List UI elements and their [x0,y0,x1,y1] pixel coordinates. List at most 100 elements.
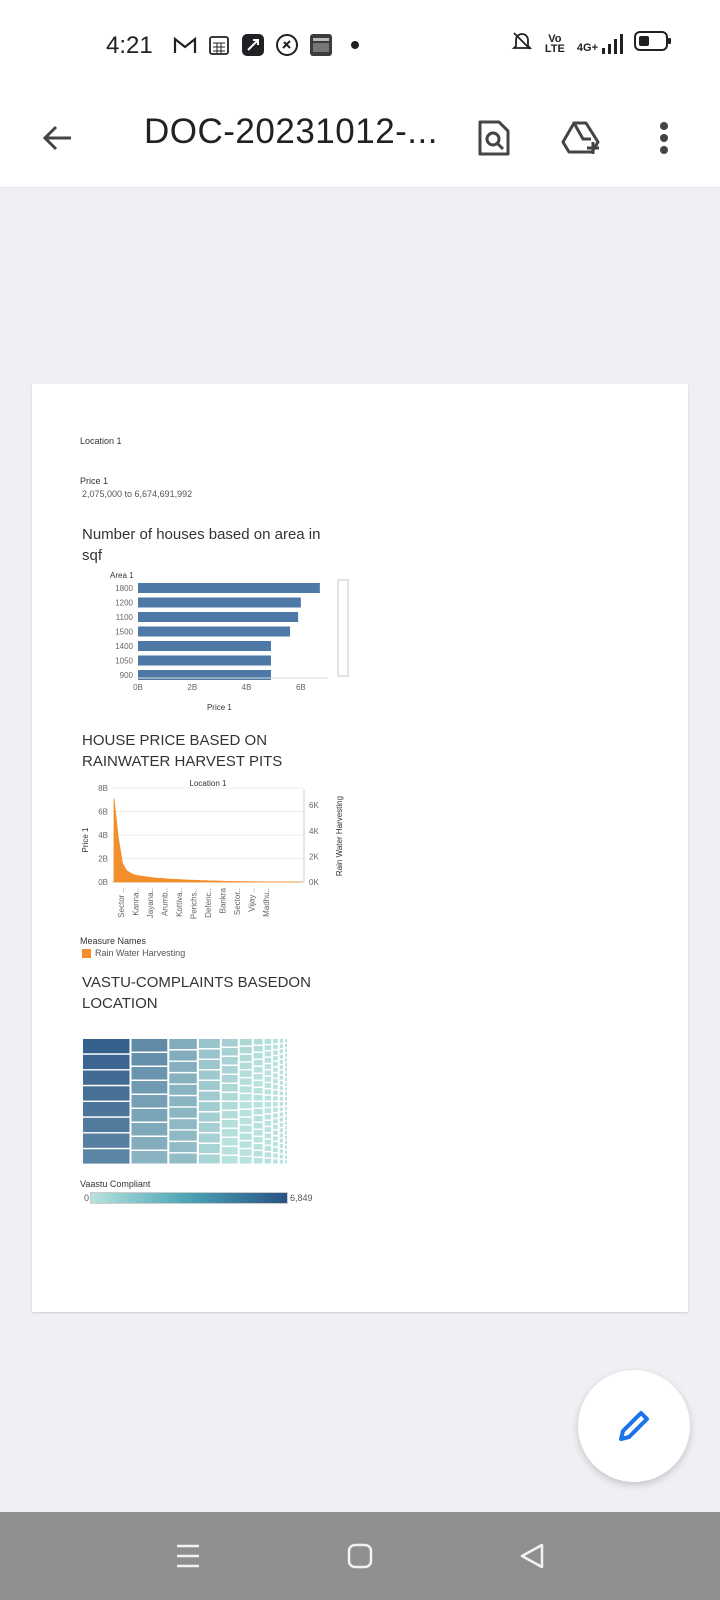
chart3-cell [264,1064,272,1069]
chart3-cell [221,1129,238,1137]
chart3-cell [285,1058,287,1062]
mute-icon [511,30,533,57]
chart3-cell [285,1131,287,1135]
chart3-cell [264,1152,272,1158]
chart3-cell [253,1081,263,1087]
chart3-cell [131,1123,168,1136]
chart1-bar [138,597,301,608]
chart3-cell [83,1086,130,1101]
chart3-cell [285,1053,287,1057]
chart3-cell [285,1155,287,1159]
chart3-cell [131,1109,168,1122]
legend3-gradient [90,1192,288,1204]
legend2-item: Rain Water Harvesting [82,948,185,958]
chart3-cell [253,1046,263,1052]
chart3-cell [131,1067,168,1080]
find-in-page-button[interactable] [470,114,518,162]
chart3-cell [279,1054,283,1059]
chart3-cell [264,1095,272,1101]
rainwater-area-chart: Location 1 0B 2B 4B 6B 8B 0K 2K 4K 6K Sector .. Kan… [81,779,344,919]
recent-apps-button[interactable] [166,1534,210,1578]
chart2-x-tick: Bankra [219,887,228,913]
more-options-button[interactable] [640,114,688,162]
battery-icon [634,30,672,57]
chart2-x-tick: Sector .. [117,888,126,918]
chart3-cell [273,1153,278,1158]
chart3-cell [239,1039,252,1046]
chart3-cell [264,1070,272,1076]
chart3-cell [273,1084,278,1089]
chart1-x-title: Price 1 [207,703,232,712]
chart3-cell [264,1127,272,1132]
chart3-cell [273,1142,278,1147]
chart3-cell [239,1070,252,1077]
chart3-cell [198,1102,220,1111]
chart3-cell [239,1054,252,1062]
legend3-heading: Vaastu Compliant [80,1179,151,1189]
chart3-cell [239,1133,252,1140]
chart3-cell [285,1043,287,1048]
more-vert-icon [660,122,668,154]
chart2-y-tick: 0B [98,878,108,887]
chart3-cell [279,1060,283,1064]
chart3-cell [221,1111,238,1119]
chart3-cell [285,1102,287,1106]
chart3-cell [198,1070,220,1080]
chart1-bar [138,641,271,651]
back-nav-button[interactable] [510,1534,554,1578]
chart3-cell [239,1046,252,1054]
chart3-cell [273,1039,278,1044]
chart3-cell [253,1039,263,1045]
home-button[interactable] [338,1534,382,1578]
chart3-cell [285,1150,287,1154]
chart1-bar [138,626,290,637]
chart3-cell [273,1147,278,1152]
legend2-heading: Measure Names [80,936,147,946]
chart3-cell [253,1116,263,1122]
chart3-cell [169,1061,197,1072]
chart1-scrollbar [337,579,349,677]
status-left-icons [172,32,368,58]
chart1-category-label: 1400 [115,642,133,651]
chart2-x-tick: Arumb.. [161,888,170,916]
chart3-cell [253,1158,263,1164]
chart3-cell [273,1061,278,1067]
chart3-cell [279,1159,283,1164]
chart3-cell [198,1144,220,1153]
chart2-y-tick: 6B [98,808,108,817]
chart3-cell [279,1117,283,1122]
chart3-cell [221,1057,238,1065]
chart3-cell [285,1077,287,1082]
chart3-cell [279,1096,283,1101]
chart3-cell [198,1091,220,1101]
edit-fab[interactable] [578,1370,690,1482]
back-button[interactable] [34,114,82,162]
chart3-cell [198,1123,220,1132]
chart3-cell [131,1095,168,1108]
chart3-cell [279,1123,283,1127]
chart3-cell [285,1111,287,1115]
chart3-cell [279,1149,283,1154]
chart2-x-tick: Vijay .. [248,888,257,912]
chart3-cell [264,1083,272,1088]
chart3-cell [273,1113,278,1118]
chart2-x-tick: Sector.. [233,888,242,915]
price-filter-range: 2,075,000 to 6,674,691,992 [82,489,193,499]
chart3-cell [285,1160,287,1164]
chart3-cell [239,1125,252,1132]
chart3-cell [221,1093,238,1101]
chart3-cell [131,1053,168,1066]
chart1-bar [138,612,299,622]
chart3-cell [279,1091,283,1096]
chart3-cell [198,1060,220,1069]
chart3-cell [83,1117,130,1133]
chart3-cell [83,1149,130,1164]
chart3-cell [273,1107,278,1112]
chart3-cell [253,1088,263,1094]
chart1-x-tick: 2B [187,683,197,692]
chart3-cell [239,1149,252,1156]
add-to-drive-button[interactable] [558,114,606,162]
chart3-cell [83,1133,130,1148]
chart3-cell [83,1054,130,1070]
status-bar: 4:21 Vo LTE 4G+ [0,0,720,92]
